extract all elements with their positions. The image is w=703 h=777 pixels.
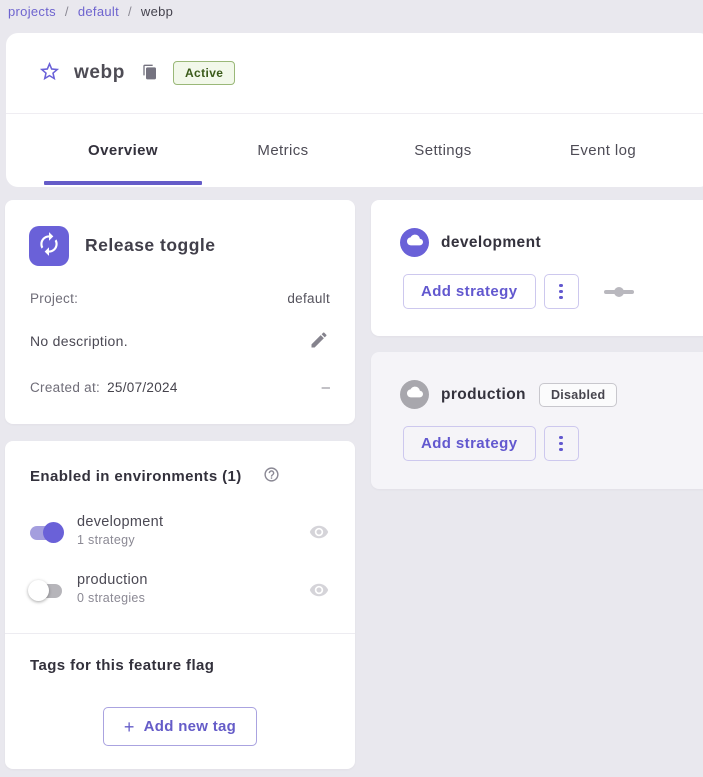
environment-panel-production: production Disabled Add strategy [371, 352, 703, 489]
sync-icon [36, 231, 62, 262]
toggle-switch-production[interactable] [28, 580, 64, 601]
eye-icon [309, 580, 329, 603]
environment-texts: development 1 strategy [77, 514, 163, 547]
tab-label: Settings [414, 142, 471, 159]
environment-panel-development: development Add strategy [371, 200, 703, 336]
created-at-value: 25/07/2024 [107, 380, 178, 395]
environment-avatar [400, 228, 429, 257]
active-tab-indicator [44, 181, 202, 185]
pencil-icon [309, 330, 329, 353]
plus-icon: + [124, 718, 135, 736]
cloud-icon [407, 384, 423, 405]
environment-strategy-count: 1 strategy [77, 533, 163, 547]
environment-panel-name: production [441, 386, 526, 404]
more-options-button-production[interactable] [544, 426, 579, 461]
environment-name: production [77, 572, 148, 588]
add-strategy-button-production[interactable]: Add strategy [403, 426, 536, 461]
description-text: No description. [30, 333, 128, 349]
environment-panel-name: development [441, 234, 541, 252]
tags-heading: Tags for this feature flag [30, 657, 214, 674]
feature-type-title: Release toggle [85, 235, 216, 256]
breadcrumb: projects / default / webp [8, 1, 173, 21]
breadcrumb-separator: / [65, 4, 69, 19]
environments-card: Enabled in environments (1) development … [5, 441, 355, 769]
tab-metrics[interactable]: Metrics [203, 114, 363, 187]
environment-strategy-count: 0 strategies [77, 591, 148, 605]
copy-icon [142, 64, 158, 83]
cloud-icon [407, 232, 423, 253]
status-badge: Active [173, 61, 235, 85]
favorite-star-button[interactable] [36, 60, 62, 86]
kebab-icon [559, 290, 563, 294]
environment-name: development [77, 514, 163, 530]
feature-header-card: webp Active Overview Metrics Settings Ev… [6, 33, 703, 187]
tab-label: Overview [88, 142, 158, 159]
breadcrumb-current: webp [141, 4, 173, 19]
edit-description-button[interactable] [308, 330, 330, 352]
tab-event-log[interactable]: Event log [523, 114, 683, 187]
environment-panel-header: production Disabled [400, 380, 617, 409]
feature-tabs: Overview Metrics Settings Event log [6, 114, 703, 187]
question-mark-icon [263, 466, 280, 486]
breadcrumb-link-projects[interactable]: projects [8, 4, 56, 19]
tab-label: Event log [570, 142, 636, 159]
project-row: Project: default [30, 291, 330, 306]
tab-overview[interactable]: Overview [43, 114, 203, 187]
page-title: webp [74, 62, 125, 84]
kebab-icon [559, 284, 563, 288]
created-at-label: Created at: [30, 380, 100, 395]
environment-avatar [400, 380, 429, 409]
breadcrumb-separator: / [128, 4, 132, 19]
kebab-icon [559, 448, 563, 452]
empty-value-dash: – [322, 379, 330, 396]
environments-heading: Enabled in environments (1) [30, 468, 242, 485]
visibility-button-production[interactable] [309, 581, 329, 601]
breadcrumb-link-default[interactable]: default [78, 4, 119, 19]
switch-thumb [43, 522, 64, 543]
add-new-tag-button[interactable]: + Add new tag [103, 707, 257, 746]
project-value: default [287, 291, 330, 306]
environment-texts: production 0 strategies [77, 572, 148, 605]
feature-type-card: Release toggle Project: default No descr… [5, 200, 355, 424]
section-divider [5, 633, 355, 634]
environment-panel-actions: Add strategy [403, 426, 579, 461]
created-row: Created at: 25/07/2024 – [30, 379, 330, 396]
kebab-icon [559, 436, 563, 440]
feature-title-row: webp Active [6, 33, 703, 113]
tab-settings[interactable]: Settings [363, 114, 523, 187]
add-strategy-button-development[interactable]: Add strategy [403, 274, 536, 309]
strategy-connector-icon [604, 287, 634, 297]
description-row: No description. [30, 330, 330, 352]
toggle-switch-development[interactable] [28, 522, 64, 543]
star-icon [38, 60, 61, 86]
feature-flag-page: projects / default / webp webp Active Ov… [0, 0, 703, 777]
add-new-tag-label: Add new tag [144, 718, 236, 735]
tab-label: Metrics [257, 142, 308, 159]
copy-name-button[interactable] [139, 62, 161, 84]
eye-icon [309, 522, 329, 545]
environment-panel-actions: Add strategy [403, 274, 634, 309]
release-toggle-type-icon [29, 226, 69, 266]
help-button[interactable] [261, 466, 281, 486]
visibility-button-development[interactable] [309, 523, 329, 543]
more-options-button-development[interactable] [544, 274, 579, 309]
switch-thumb [28, 580, 49, 601]
kebab-icon [559, 296, 563, 300]
kebab-icon [559, 442, 563, 446]
project-label: Project: [30, 291, 78, 306]
environment-row-production: production 0 strategies [28, 571, 335, 611]
environment-row-development: development 1 strategy [28, 513, 335, 553]
connector-dot [614, 287, 624, 297]
environment-panel-header: development [400, 228, 541, 257]
disabled-badge: Disabled [539, 383, 618, 407]
